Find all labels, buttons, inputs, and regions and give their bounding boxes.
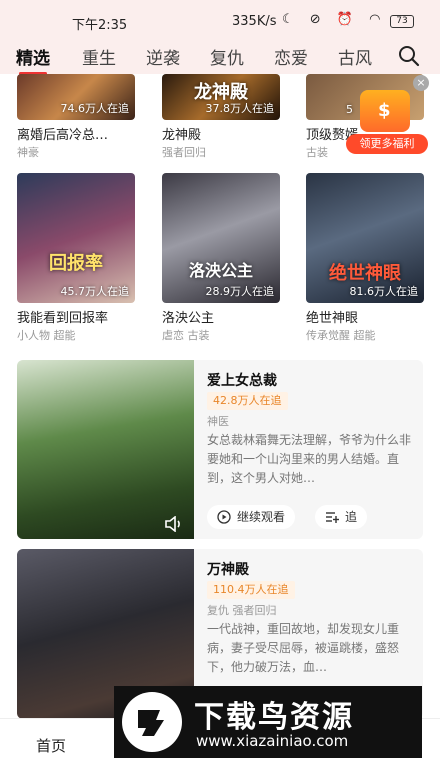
continue-watching-label: 继续观看 bbox=[237, 510, 286, 524]
drama-tags: 传承觉醒 超能 bbox=[306, 329, 376, 342]
close-icon[interactable]: × bbox=[413, 75, 429, 91]
gift-icon[interactable] bbox=[360, 90, 410, 132]
follow-label: 追 bbox=[345, 510, 358, 524]
watch-count: 81.6万人在追 bbox=[349, 285, 419, 298]
drama-tags: 古装 bbox=[306, 146, 328, 159]
list-item[interactable]: 爱上女总裁 42.8万人在追 神医 女总裁林霜舞无法理解，爷爷为什么非要她和一个… bbox=[17, 360, 423, 539]
watch-count: 74.6万人在追 bbox=[60, 102, 130, 115]
drama-tags: 小人物 超能 bbox=[17, 329, 76, 342]
volume-icon[interactable] bbox=[164, 516, 184, 532]
tab-romance[interactable]: 恋爱 bbox=[274, 44, 308, 69]
battery-icon: 73 bbox=[390, 15, 414, 28]
tab-counterattack[interactable]: 逆袭 bbox=[146, 44, 180, 69]
follow-button[interactable]: 追 bbox=[315, 505, 368, 529]
drama-cover: 74.6万人在追 bbox=[17, 74, 135, 120]
cover-art-text: 洛泱公主 bbox=[188, 261, 253, 280]
continue-watching-button[interactable]: 继续观看 bbox=[207, 505, 296, 529]
watch-count: 37.8万人在追 bbox=[205, 102, 275, 115]
bird-logo-icon bbox=[122, 692, 182, 752]
drama-tags: 复仇 强者回归 bbox=[207, 604, 277, 617]
drama-tags: 神医 bbox=[207, 415, 229, 428]
promo-label[interactable]: 领更多福利 bbox=[346, 134, 428, 154]
watermark-title: 下载鸟资源 bbox=[194, 700, 354, 735]
drama-cover: 回报率 45.7万人在追 bbox=[17, 173, 135, 303]
drama-tags: 神豪 bbox=[17, 146, 39, 159]
drama-title: 绝世神眼 bbox=[306, 311, 359, 326]
drama-title: 龙神殿 bbox=[162, 128, 202, 143]
drama-title: 我能看到回报率 bbox=[17, 311, 109, 326]
drama-cover: 龙神殿 37.8万人在追 bbox=[162, 74, 280, 120]
drama-title: 万神殿 bbox=[207, 562, 249, 578]
drama-description: 女总裁林霜舞无法理解，爷爷为什么非要她和一个山沟里来的男人结婚。直到，这个男人对… bbox=[207, 433, 412, 485]
tab-ancient[interactable]: 古风 bbox=[338, 44, 372, 69]
bird-logo-graphic bbox=[138, 710, 164, 736]
tab-rebirth[interactable]: 重生 bbox=[82, 44, 116, 69]
drama-cover: 绝世神眼 81.6万人在追 bbox=[306, 173, 424, 303]
drama-tags: 虐恋 古装 bbox=[162, 329, 210, 342]
cover-art-text: 绝世神眼 bbox=[329, 263, 401, 284]
cover-art-text: 回报率 bbox=[49, 253, 103, 274]
drama-thumbnail[interactable] bbox=[17, 360, 194, 539]
drama-description: 一代战神，重回故地，却发现女儿重病，妻子受尽屈辱，被逼跳楼，盛怒下，他力破万法，… bbox=[207, 622, 400, 674]
status-bar: 下午2:35 335K/s ☾ ⊘ ⏰ ◠ 73 bbox=[0, 0, 440, 40]
network-speed: 335K/s bbox=[232, 14, 277, 29]
search-icon[interactable] bbox=[398, 45, 420, 67]
watch-count-badge: 110.4万人在追 bbox=[207, 581, 295, 599]
nav-home[interactable]: 首页 bbox=[36, 735, 66, 756]
status-icons: ☾ ⊘ ⏰ ◠ bbox=[282, 12, 387, 27]
drama-title: 离婚后高冷总… bbox=[17, 128, 109, 143]
watermark-banner: 下载鸟资源 www.xiazainiao.com bbox=[114, 686, 422, 758]
drama-title: 爱上女总裁 bbox=[207, 373, 277, 389]
drama-cover: 洛泱公主 28.9万人在追 bbox=[162, 173, 280, 303]
watch-count: 28.9万人在追 bbox=[205, 285, 275, 298]
watch-count: 45.7万人在追 bbox=[60, 285, 130, 298]
watch-count-badge: 42.8万人在追 bbox=[207, 392, 288, 410]
watermark-url: www.xiazainiao.com bbox=[196, 732, 349, 750]
tab-revenge[interactable]: 复仇 bbox=[210, 44, 244, 69]
category-tabs: 精选 重生 逆袭 复仇 恋爱 古风 bbox=[0, 40, 440, 75]
follow-list-icon bbox=[326, 512, 339, 523]
play-icon bbox=[217, 510, 231, 524]
status-time: 下午2:35 bbox=[72, 18, 128, 33]
drama-tags: 强者回归 bbox=[162, 146, 206, 159]
tab-featured[interactable]: 精选 bbox=[16, 44, 50, 75]
drama-title: 洛泱公主 bbox=[162, 311, 215, 326]
